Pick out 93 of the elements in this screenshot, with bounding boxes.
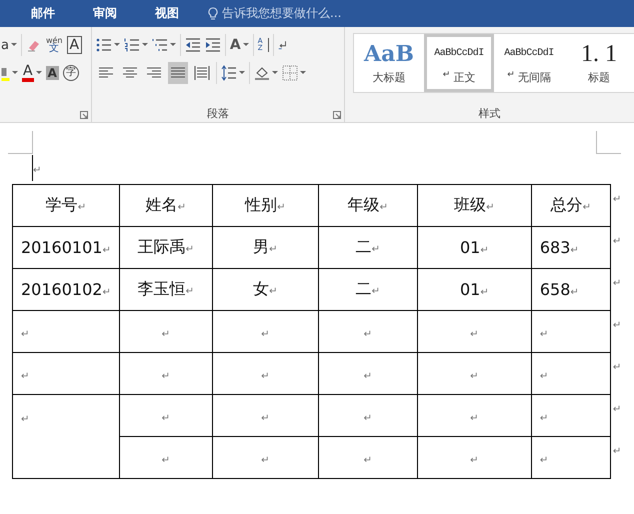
- character-border-button[interactable]: A: [66, 36, 82, 54]
- enclose-character-button[interactable]: 字: [62, 65, 79, 81]
- table-cell: ↵: [12, 310, 120, 352]
- multilevel-list-icon[interactable]: [152, 37, 168, 53]
- style-item[interactable]: AaBbCcDdI ↵ 无间隔: [494, 34, 564, 92]
- caret-icon[interactable]: [300, 71, 306, 75]
- style-item[interactable]: AaB 大标题: [354, 34, 424, 92]
- group-label: 样式: [478, 106, 500, 120]
- paragraph-mark: ↵: [33, 165, 42, 176]
- justify-button[interactable]: [168, 62, 188, 84]
- table-cell: ↵: [212, 394, 318, 436]
- table-cell: ↵: [531, 394, 610, 436]
- table-cell: 李玉恒↵: [119, 268, 212, 310]
- table-cell: ↵: [212, 352, 318, 394]
- table-cell: 01↵: [417, 226, 532, 268]
- caret-icon[interactable]: [114, 43, 120, 47]
- margin-corner-mark: [596, 131, 621, 154]
- table-cell: 658↵: [531, 268, 610, 310]
- row-end-mark: ↵: [612, 446, 622, 456]
- table-cell: ↵: [417, 436, 532, 478]
- row-end-mark: ↵: [612, 320, 622, 330]
- row-end-mark: ↵: [612, 194, 622, 204]
- paint-bucket-icon[interactable]: [254, 65, 270, 81]
- table-cell: 二↵: [318, 226, 418, 268]
- table-cell: 二↵: [318, 268, 418, 310]
- caret-icon[interactable]: [10, 43, 17, 47]
- table-cell: ↵: [318, 352, 418, 394]
- change-case-button[interactable]: A: [230, 37, 241, 53]
- table-cell: ↵: [12, 394, 120, 478]
- increase-indent-icon[interactable]: [204, 37, 221, 53]
- tell-me-search[interactable]: 告诉我您想要做什么...: [208, 5, 342, 22]
- table-cell: 学号↵: [12, 184, 120, 226]
- caret-icon[interactable]: [36, 71, 42, 75]
- table-cell: 01↵: [417, 268, 532, 310]
- table-cell: 男↵: [212, 226, 318, 268]
- text-cursor: [32, 155, 33, 181]
- table-cell: ↵: [531, 310, 610, 352]
- caret-icon[interactable]: [142, 43, 148, 47]
- character-shading-button[interactable]: A: [46, 66, 59, 80]
- table-cell: 20160102↵: [12, 268, 120, 310]
- margin-corner-mark: [8, 131, 33, 154]
- table-cell: 王际禹↵: [119, 226, 212, 268]
- numbered-list-icon[interactable]: [124, 37, 140, 53]
- table-cell: ↵: [318, 394, 418, 436]
- table-cell: 性别↵: [212, 184, 318, 226]
- phonetic-guide-button[interactable]: wén 文: [46, 37, 63, 53]
- table-cell: 683↵: [531, 226, 610, 268]
- table-cell: 年级↵: [318, 184, 418, 226]
- borders-icon[interactable]: [282, 65, 298, 81]
- bullet-list-icon[interactable]: [96, 37, 112, 53]
- table-cell: ↵: [531, 352, 610, 394]
- style-item[interactable]: 1. 1 标题: [564, 34, 634, 92]
- caret-icon[interactable]: [170, 43, 176, 47]
- lightbulb-icon[interactable]: [208, 6, 218, 20]
- table-cell: 总分↵: [531, 184, 610, 226]
- table-cell: ↵: [119, 436, 212, 478]
- dialog-launcher-icon[interactable]: [80, 111, 88, 119]
- table-cell: ↵: [417, 394, 532, 436]
- menu-tab[interactable]: 审阅: [80, 5, 130, 22]
- row-end-mark: ↵: [612, 278, 622, 288]
- caret-icon[interactable]: [12, 71, 18, 75]
- table-cell: ↵: [417, 310, 532, 352]
- table-cell: 女↵: [212, 268, 318, 310]
- line-spacing-icon[interactable]: [220, 65, 237, 81]
- dialog-launcher-icon[interactable]: [333, 111, 341, 119]
- table-cell: ↵: [119, 394, 212, 436]
- table-cell: 班级↵: [417, 184, 532, 226]
- table-cell: ↵: [212, 436, 318, 478]
- table-cell: ↵: [212, 310, 318, 352]
- decrease-indent-icon[interactable]: [184, 37, 201, 53]
- menu-tab[interactable]: 视图: [142, 5, 192, 22]
- row-end-mark: ↵: [612, 236, 622, 246]
- caret-icon[interactable]: [242, 43, 249, 47]
- table-cell: 20160101↵: [12, 226, 120, 268]
- font-name-dropdown[interactable]: a: [1, 38, 9, 52]
- highlighter-icon[interactable]: [1, 65, 10, 81]
- table-cell: ↵: [318, 310, 418, 352]
- menu-tab[interactable]: 邮件: [18, 5, 68, 22]
- table-cell: ↵: [417, 352, 532, 394]
- caret-icon[interactable]: [238, 71, 245, 75]
- row-end-mark: ↵: [612, 362, 622, 372]
- caret-icon[interactable]: [272, 71, 278, 75]
- table-cell: ↵: [12, 352, 120, 394]
- table-cell: 姓名↵: [119, 184, 212, 226]
- table-cell: ↵: [119, 352, 212, 394]
- table-cell: ↵: [119, 310, 212, 352]
- align-lines-icon: [194, 65, 210, 81]
- table-cell: ↵: [318, 436, 418, 478]
- table-cell: ↵: [531, 436, 610, 478]
- style-item[interactable]: AaBbCcDdI ↵ 正文: [424, 34, 494, 92]
- font-color-button[interactable]: A: [22, 64, 34, 82]
- row-end-mark: ↵: [612, 404, 622, 414]
- group-label: 段落: [206, 106, 229, 120]
